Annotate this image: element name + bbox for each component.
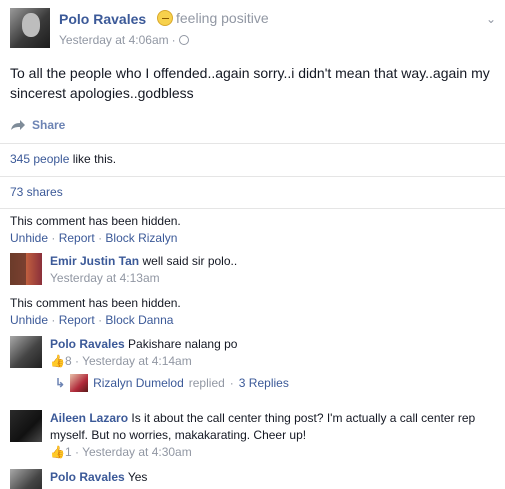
post-timestamp: Yesterday at 4:06am · xyxy=(59,33,189,47)
post-text: To all the people who I offended..again … xyxy=(10,65,490,101)
hidden-comment-text: This comment has been hidden. xyxy=(10,214,181,228)
timestamp-text[interactable]: Yesterday at 4:06am xyxy=(59,33,169,47)
likes-suffix: like this. xyxy=(69,152,117,166)
comment-timestamp[interactable]: Yesterday at 4:30am xyxy=(82,445,192,459)
hidden-comment: This comment has been hidden. Unhide · R… xyxy=(10,295,181,329)
comment-body: Emir Justin Tan well said sir polo.. Yes… xyxy=(50,253,500,287)
likes-count-link[interactable]: 345 people xyxy=(10,152,69,166)
relieved-emoji-icon xyxy=(157,10,173,26)
shares-count-link[interactable]: 73 shares xyxy=(10,185,63,199)
commenter-avatar[interactable] xyxy=(10,336,42,368)
divider xyxy=(0,176,505,177)
reply-count: 3 Replies xyxy=(238,376,289,390)
replier-name: Rizalyn Dumelod xyxy=(93,376,184,390)
comment-text: Yes xyxy=(127,470,148,484)
author-avatar[interactable] xyxy=(10,8,50,48)
hidden-comment-actions: Unhide · Report · Block Danna xyxy=(10,313,174,327)
report-link[interactable]: Report xyxy=(59,313,95,327)
comment-like-count: 1 xyxy=(64,445,72,459)
comment-timestamp[interactable]: Yesterday at 4:13am xyxy=(50,270,500,287)
reply-arrow-icon: ↳ xyxy=(55,376,66,390)
share-arrow-icon xyxy=(11,120,25,130)
commenter-name[interactable]: Aileen Lazaro xyxy=(50,411,128,425)
comment-body: Polo Ravales Yes xyxy=(50,469,500,486)
unhide-link[interactable]: Unhide xyxy=(10,313,48,327)
block-link[interactable]: Block Danna xyxy=(105,313,173,327)
thumbs-up-icon[interactable]: 👍 xyxy=(50,354,65,368)
comment-like-count: 8 xyxy=(64,354,72,368)
commenter-avatar[interactable] xyxy=(10,469,42,489)
comment-body: Polo Ravales Pakishare nalang po 👍8 · Ye… xyxy=(50,336,500,370)
comment-body: Aileen Lazaro Is it about the call cente… xyxy=(50,410,500,461)
replier-avatar xyxy=(70,374,89,392)
divider xyxy=(0,143,505,144)
divider xyxy=(0,208,505,209)
facebook-post: Polo Ravales feeling positive Yesterday … xyxy=(0,0,505,489)
globe-icon xyxy=(178,35,189,45)
commenter-name[interactable]: Polo Ravales xyxy=(50,470,125,484)
reply-action: replied xyxy=(188,376,225,390)
report-link[interactable]: Report xyxy=(59,231,95,245)
comment-text: well said sir polo.. xyxy=(142,254,238,268)
comment-text: Pakishare nalang po xyxy=(128,337,238,351)
feeling-text: feeling positive xyxy=(176,10,269,26)
separator: · xyxy=(171,33,176,47)
comment-meta: 👍1 · Yesterday at 4:30am xyxy=(50,445,192,459)
comment-timestamp[interactable]: Yesterday at 4:14am xyxy=(82,354,192,368)
hidden-comment-text: This comment has been hidden. xyxy=(10,296,181,310)
likes-summary: 345 people like this. xyxy=(10,152,116,166)
thumbs-up-icon[interactable]: 👍 xyxy=(50,445,65,459)
post-header: Polo Ravales feeling positive Yesterday … xyxy=(10,6,500,54)
chevron-down-icon[interactable]: ⌄ xyxy=(486,12,496,26)
block-link[interactable]: Block Rizalyn xyxy=(105,231,177,245)
hidden-comment: This comment has been hidden. Unhide · R… xyxy=(10,213,181,247)
commenter-name[interactable]: Emir Justin Tan xyxy=(50,254,139,268)
hidden-comment-actions: Unhide · Report · Block Rizalyn xyxy=(10,231,178,245)
commenter-avatar[interactable] xyxy=(10,410,42,442)
author-name[interactable]: Polo Ravales xyxy=(59,11,146,27)
share-label: Share xyxy=(32,118,66,132)
feeling-status: feeling positive xyxy=(157,10,269,26)
unhide-link[interactable]: Unhide xyxy=(10,231,48,245)
share-button[interactable]: Share xyxy=(10,118,65,132)
replies-link[interactable]: ↳ Rizalyn Dumelod replied · 3 Replies xyxy=(55,374,289,392)
commenter-name[interactable]: Polo Ravales xyxy=(50,337,125,351)
comment-meta: 👍8 · Yesterday at 4:14am xyxy=(50,354,192,368)
commenter-avatar[interactable] xyxy=(10,253,42,285)
